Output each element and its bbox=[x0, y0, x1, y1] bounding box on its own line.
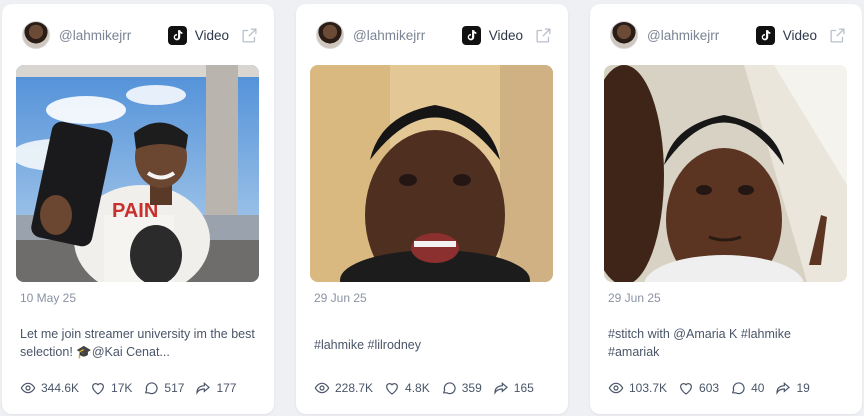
views-stat: 228.7K bbox=[314, 380, 373, 396]
video-thumbnail[interactable] bbox=[604, 65, 847, 282]
likes-count: 17K bbox=[111, 381, 133, 395]
tiktok-icon bbox=[755, 25, 775, 45]
shares-count: 165 bbox=[513, 381, 534, 395]
comments-stat: 517 bbox=[143, 380, 184, 396]
platform-label: Video bbox=[488, 27, 523, 43]
shares-count: 19 bbox=[796, 381, 810, 395]
likes-stat: 603 bbox=[678, 380, 719, 396]
video-thumbnail[interactable] bbox=[310, 65, 553, 282]
avatar[interactable] bbox=[316, 21, 344, 49]
card-header: @lahmikejrr Video bbox=[316, 20, 552, 50]
post-date: 29 Jun 25 bbox=[608, 291, 661, 305]
card-header: @lahmikejrr Video bbox=[22, 20, 258, 50]
likes-count: 4.8K bbox=[405, 381, 430, 395]
heart-icon bbox=[680, 383, 692, 395]
post-stats: 103.7K 603 40 19 bbox=[608, 380, 821, 396]
external-link-icon[interactable] bbox=[535, 27, 552, 44]
platform-label: Video bbox=[194, 27, 229, 43]
post-caption: Let me join streamer university im the b… bbox=[20, 327, 255, 359]
views-count: 344.6K bbox=[41, 381, 80, 395]
post-caption: #stitch with @Amaria K #lahmike #amariak bbox=[608, 327, 791, 359]
platform-label: Video bbox=[782, 27, 817, 43]
comment-icon bbox=[145, 382, 159, 395]
comments-stat: 359 bbox=[441, 380, 482, 396]
comment-icon bbox=[442, 382, 456, 395]
username[interactable]: @lahmikejrr bbox=[353, 28, 462, 43]
heart-icon bbox=[92, 383, 104, 395]
shares-stat: 19 bbox=[775, 380, 810, 396]
likes-stat: 17K bbox=[90, 380, 132, 396]
share-icon bbox=[494, 382, 508, 395]
post-stats: 228.7K 4.8K 359 165 bbox=[314, 380, 545, 396]
username[interactable]: @lahmikejrr bbox=[647, 28, 756, 43]
views-stat: 103.7K bbox=[608, 380, 667, 396]
video-card[interactable]: @lahmikejrr Video PAIN 10 May 25 Let me … bbox=[2, 4, 274, 414]
heart-icon bbox=[386, 383, 398, 395]
shares-stat: 177 bbox=[195, 380, 236, 396]
external-link-icon[interactable] bbox=[241, 27, 258, 44]
username[interactable]: @lahmikejrr bbox=[59, 28, 168, 43]
views-count: 103.7K bbox=[629, 381, 668, 395]
post-stats: 344.6K 17K 517 177 bbox=[20, 380, 247, 396]
shares-stat: 165 bbox=[493, 380, 534, 396]
eye-icon bbox=[20, 382, 36, 394]
card-header: @lahmikejrr Video bbox=[610, 20, 846, 50]
eye-icon bbox=[608, 382, 624, 394]
video-thumbnail[interactable]: PAIN bbox=[16, 65, 259, 282]
comments-count: 359 bbox=[461, 381, 482, 395]
comments-stat: 40 bbox=[730, 380, 764, 396]
eye-icon bbox=[314, 382, 330, 394]
video-card[interactable]: @lahmikejrr Video 29 Jun 25 #lahmike #li… bbox=[296, 4, 568, 414]
video-card[interactable]: @lahmikejrr Video 29 Jun 25 #stitch with… bbox=[590, 4, 862, 414]
post-caption: #lahmike #lilrodney bbox=[314, 338, 422, 352]
share-icon bbox=[776, 382, 791, 395]
views-count: 228.7K bbox=[335, 381, 374, 395]
post-date: 10 May 25 bbox=[20, 291, 77, 305]
tiktok-icon bbox=[461, 25, 481, 45]
comment-icon bbox=[731, 382, 745, 395]
avatar[interactable] bbox=[610, 21, 638, 49]
avatar[interactable] bbox=[22, 21, 50, 49]
comments-count: 517 bbox=[164, 381, 185, 395]
share-icon bbox=[196, 382, 211, 395]
likes-count: 603 bbox=[699, 381, 720, 395]
comments-count: 40 bbox=[751, 381, 765, 395]
tiktok-icon bbox=[167, 25, 187, 45]
likes-stat: 4.8K bbox=[384, 380, 430, 396]
views-stat: 344.6K bbox=[20, 380, 79, 396]
shares-count: 177 bbox=[216, 381, 237, 395]
external-link-icon[interactable] bbox=[829, 27, 846, 44]
post-date: 29 Jun 25 bbox=[314, 291, 367, 305]
